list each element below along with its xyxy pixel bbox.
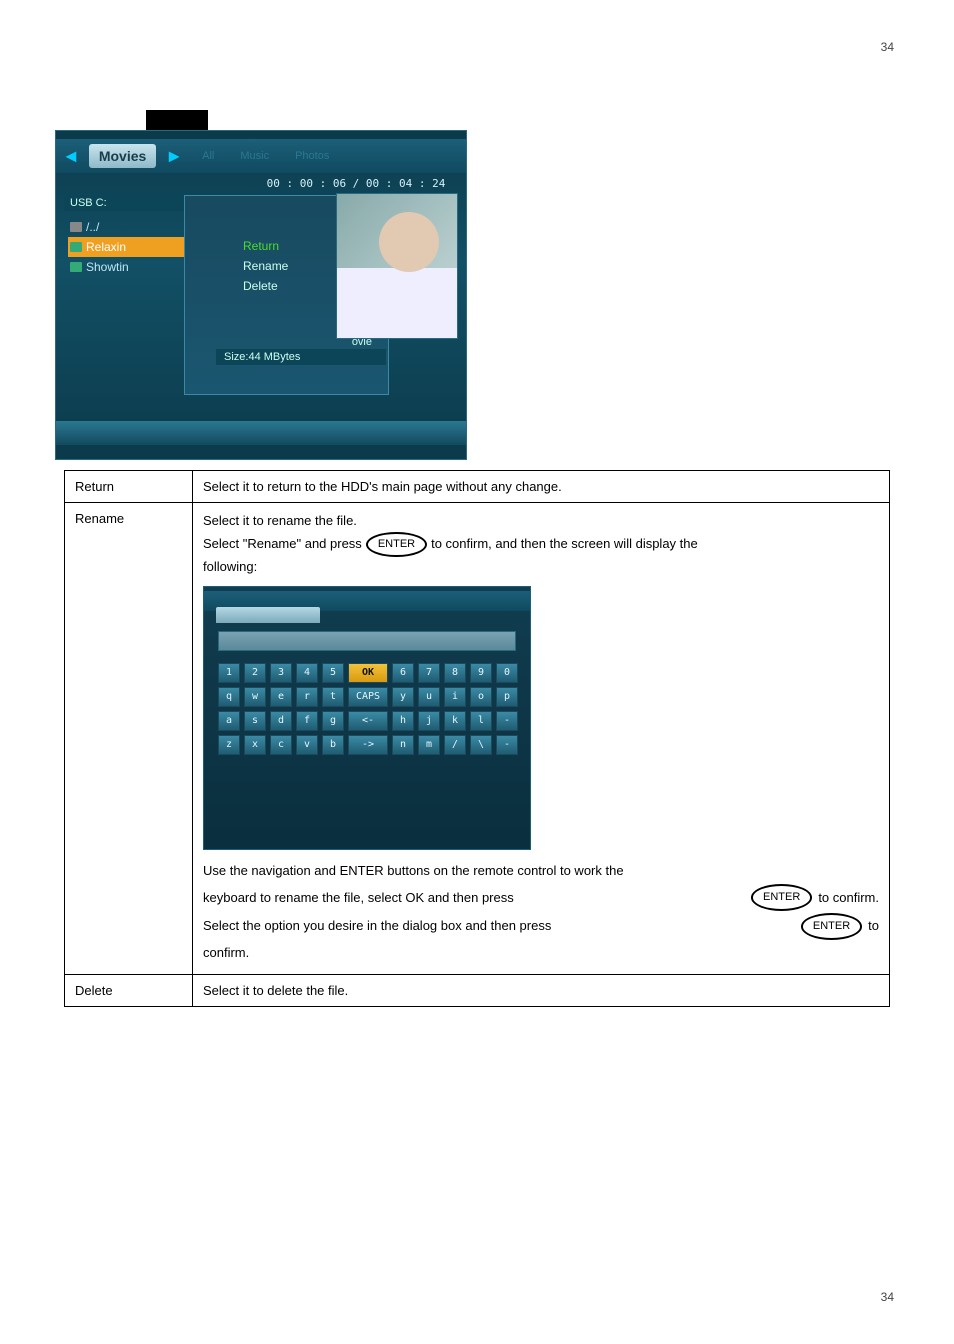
keyboard-key[interactable]: m <box>418 735 440 755</box>
keyboard-key[interactable]: 5 <box>322 663 344 683</box>
keyboard-key[interactable]: r <box>296 687 318 707</box>
media-browser-screenshot: ◄ Movies ► All Music Photos 00 : 00 : 06… <box>55 130 467 460</box>
keyboard-key[interactable]: w <box>244 687 266 707</box>
preview-caption-fragment: ovie <box>352 336 372 348</box>
keyboard-key[interactable]: / <box>444 735 466 755</box>
tab-photos[interactable]: Photos <box>285 146 339 166</box>
folder-up-icon <box>70 222 82 232</box>
keyboard-key[interactable]: 9 <box>470 663 492 683</box>
keyboard-title-tab <box>216 607 320 623</box>
file-size-label: Size:44 MBytes <box>216 349 386 365</box>
file-list-panel: USB C: /../ Relaxin Showtin <box>64 195 204 283</box>
keyboard-textfield[interactable] <box>218 631 516 651</box>
enter-button-icon: ENTER <box>366 532 427 558</box>
row-delete-desc: Select it to delete the file. <box>193 974 890 1006</box>
rename-line3: following: <box>203 557 879 578</box>
footer-stripe <box>56 421 466 445</box>
row-return-desc: Select it to return to the HDD's main pa… <box>193 471 890 503</box>
rename-line6: Select the option you desire in the dial… <box>203 913 879 940</box>
enter-button-icon: ENTER <box>751 884 812 911</box>
video-preview <box>336 193 458 339</box>
tab-left-arrow-icon[interactable]: ◄ <box>56 146 86 167</box>
keyboard-key[interactable]: n <box>392 735 414 755</box>
keyboard-key[interactable]: <- <box>348 711 388 731</box>
rename-line7: confirm. <box>203 942 879 964</box>
keyboard-key[interactable]: 8 <box>444 663 466 683</box>
playback-time: 00 : 00 : 06 / 00 : 04 : 24 <box>256 177 456 193</box>
media-tabbar: ◄ Movies ► All Music Photos <box>56 139 466 173</box>
list-item[interactable]: Relaxin <box>68 237 200 257</box>
tab-music[interactable]: Music <box>230 146 279 166</box>
list-item-up[interactable]: /../ <box>68 217 200 237</box>
keyboard-key[interactable]: f <box>296 711 318 731</box>
page-number-top: 34 <box>881 40 894 54</box>
keyboard-key[interactable]: 3 <box>270 663 292 683</box>
keyboard-key[interactable]: - <box>496 735 518 755</box>
row-rename-desc: Select it to rename the file. Select "Re… <box>193 503 890 975</box>
keyboard-key[interactable]: g <box>322 711 344 731</box>
keyboard-key[interactable]: CAPS <box>348 687 388 707</box>
rename-line1: Select it to rename the file. <box>203 511 879 532</box>
keyboard-key[interactable]: a <box>218 711 240 731</box>
keyboard-key[interactable]: 1 <box>218 663 240 683</box>
keyboard-key[interactable]: 7 <box>418 663 440 683</box>
onscreen-keyboard-screenshot: 12345OK67890 qwertCAPSyuiop asdfg<-hjkl-… <box>203 586 531 850</box>
keyboard-key[interactable]: o <box>470 687 492 707</box>
keyboard-key[interactable]: x <box>244 735 266 755</box>
rename-line5: keyboard to rename the file, select OK a… <box>203 884 879 911</box>
rename-line2: Select "Rename" and press ENTER to confi… <box>203 532 879 558</box>
file-icon <box>70 242 82 252</box>
page-number-bottom: 34 <box>881 1290 894 1304</box>
keyboard-key[interactable]: p <box>496 687 518 707</box>
keyboard-key[interactable]: d <box>270 711 292 731</box>
keyboard-key[interactable]: v <box>296 735 318 755</box>
keyboard-key[interactable]: i <box>444 687 466 707</box>
drive-label: USB C: <box>64 195 204 211</box>
keyboard-key[interactable]: z <box>218 735 240 755</box>
keyboard-key[interactable]: q <box>218 687 240 707</box>
keyboard-key[interactable]: OK <box>348 663 388 683</box>
tab-all[interactable]: All <box>192 146 224 166</box>
black-tab-decor <box>146 110 208 132</box>
enter-button-icon: ENTER <box>801 913 862 940</box>
list-item[interactable]: Showtin <box>68 257 200 277</box>
keyboard-key[interactable]: 6 <box>392 663 414 683</box>
instruction-table: Return Select it to return to the HDD's … <box>64 470 890 1007</box>
keyboard-key[interactable]: u <box>418 687 440 707</box>
keyboard-key[interactable]: b <box>322 735 344 755</box>
keyboard-key[interactable]: e <box>270 687 292 707</box>
keyboard-key[interactable]: 0 <box>496 663 518 683</box>
keyboard-key[interactable]: 2 <box>244 663 266 683</box>
keyboard-key[interactable]: y <box>392 687 414 707</box>
file-icon <box>70 262 82 272</box>
keyboard-key[interactable]: j <box>418 711 440 731</box>
keyboard-key[interactable]: \ <box>470 735 492 755</box>
keyboard-key[interactable]: h <box>392 711 414 731</box>
keyboard-key[interactable]: t <box>322 687 344 707</box>
keyboard-key[interactable]: s <box>244 711 266 731</box>
keyboard-keys: 12345OK67890 qwertCAPSyuiop asdfg<-hjkl-… <box>218 663 516 759</box>
row-return-label: Return <box>65 471 193 503</box>
tab-right-arrow-icon[interactable]: ► <box>159 146 189 167</box>
tab-movies[interactable]: Movies <box>89 144 156 168</box>
rename-line4: Use the navigation and ENTER buttons on … <box>203 860 879 882</box>
keyboard-key[interactable]: 4 <box>296 663 318 683</box>
row-rename-label: Rename <box>65 503 193 975</box>
keyboard-key[interactable]: k <box>444 711 466 731</box>
keyboard-key[interactable]: - <box>496 711 518 731</box>
keyboard-key[interactable]: c <box>270 735 292 755</box>
keyboard-key[interactable]: l <box>470 711 492 731</box>
keyboard-key[interactable]: -> <box>348 735 388 755</box>
row-delete-label: Delete <box>65 974 193 1006</box>
